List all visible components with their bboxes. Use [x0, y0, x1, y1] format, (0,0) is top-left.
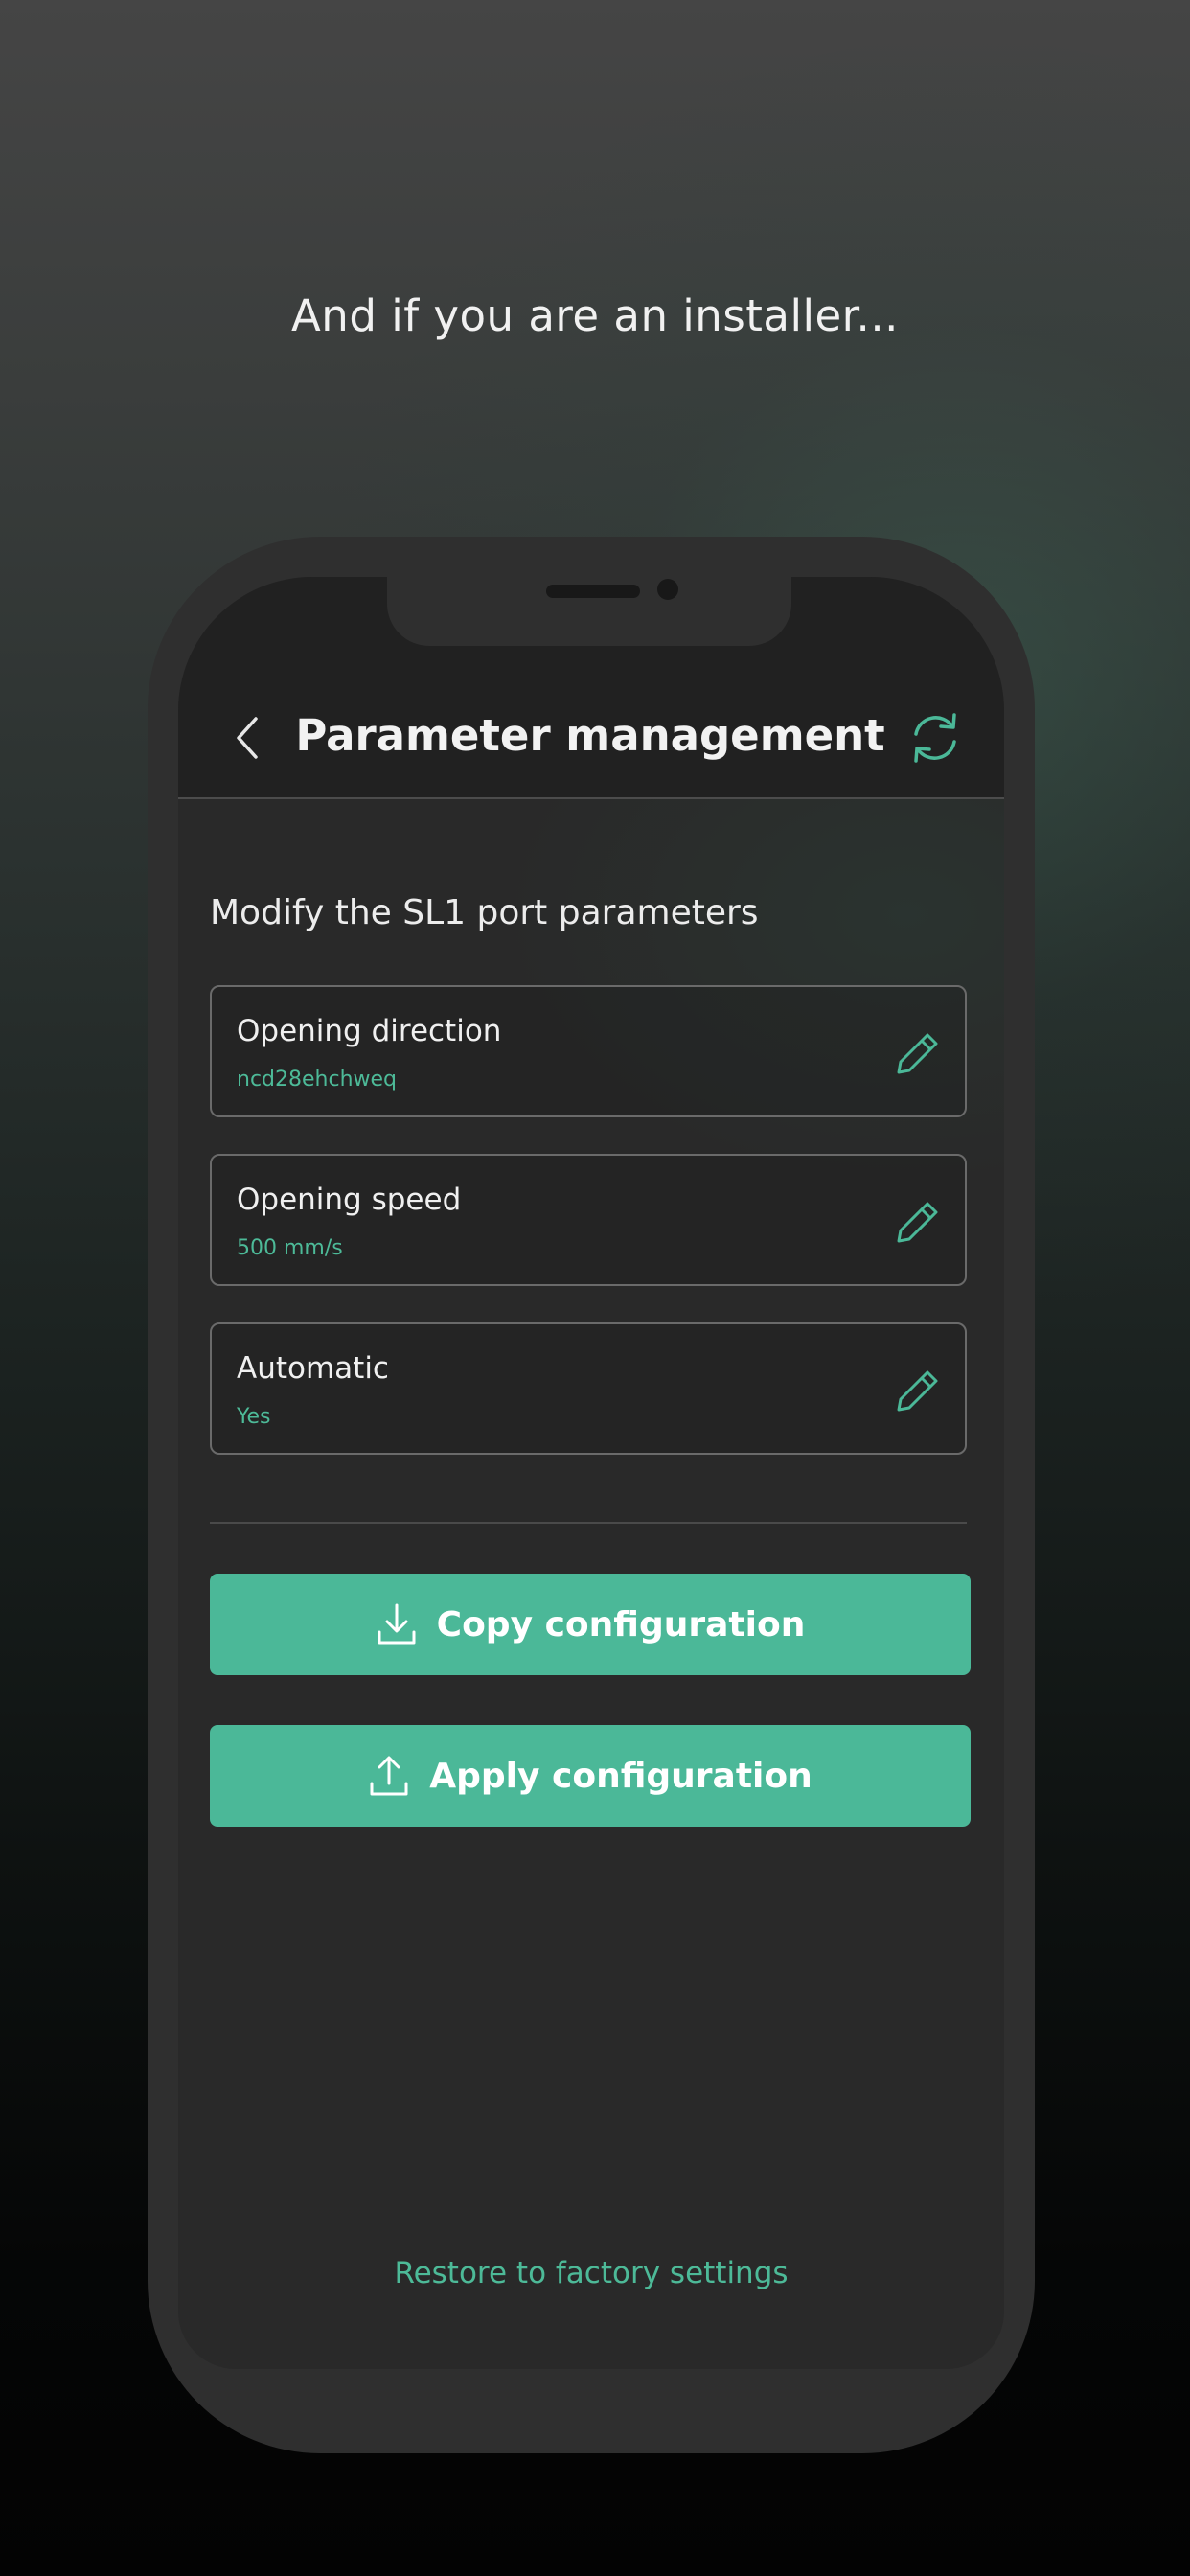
divider — [210, 1522, 967, 1524]
param-card-opening-direction[interactable]: Opening direction ncd28ehchweq — [210, 985, 967, 1117]
front-camera — [657, 579, 678, 600]
back-button[interactable] — [218, 709, 276, 767]
app-screen: Parameter management Modify the SL1 port… — [178, 577, 1004, 2369]
param-card-automatic[interactable]: Automatic Yes — [210, 1322, 967, 1455]
param-label: Automatic — [237, 1351, 389, 1386]
param-card-opening-speed[interactable]: Opening speed 500 mm/s — [210, 1154, 967, 1286]
refresh-button[interactable] — [903, 705, 968, 770]
download-icon — [378, 1603, 416, 1644]
pencil-icon — [897, 1033, 938, 1074]
page-title: Parameter management — [295, 710, 885, 761]
phone-notch — [387, 577, 791, 646]
phone-mockup: Parameter management Modify the SL1 port… — [148, 537, 1035, 2453]
parameter-list: Opening direction ncd28ehchweq Opening s… — [210, 985, 967, 1491]
edit-button[interactable] — [894, 1198, 942, 1246]
apply-configuration-label: Apply configuration — [429, 1756, 812, 1796]
apply-configuration-button[interactable]: Apply configuration — [210, 1725, 971, 1827]
refresh-icon — [914, 713, 956, 763]
speaker-grille — [546, 585, 640, 598]
pencil-icon — [897, 1202, 938, 1243]
param-value: Yes — [237, 1405, 271, 1429]
param-value: 500 mm/s — [237, 1236, 343, 1260]
param-label: Opening direction — [237, 1014, 502, 1048]
section-title: Modify the SL1 port parameters — [210, 893, 759, 932]
copy-configuration-button[interactable]: Copy configuration — [210, 1574, 971, 1675]
upload-icon — [370, 1756, 408, 1796]
tagline: And if you are an installer... — [291, 290, 899, 341]
param-label: Opening speed — [237, 1183, 462, 1217]
chevron-left-icon — [237, 717, 258, 759]
param-value: ncd28ehchweq — [237, 1068, 398, 1092]
edit-button[interactable] — [894, 1029, 942, 1077]
edit-button[interactable] — [894, 1367, 942, 1414]
pencil-icon — [897, 1370, 938, 1412]
copy-configuration-label: Copy configuration — [436, 1604, 806, 1644]
restore-factory-settings-link[interactable]: Restore to factory settings — [178, 2256, 1004, 2290]
